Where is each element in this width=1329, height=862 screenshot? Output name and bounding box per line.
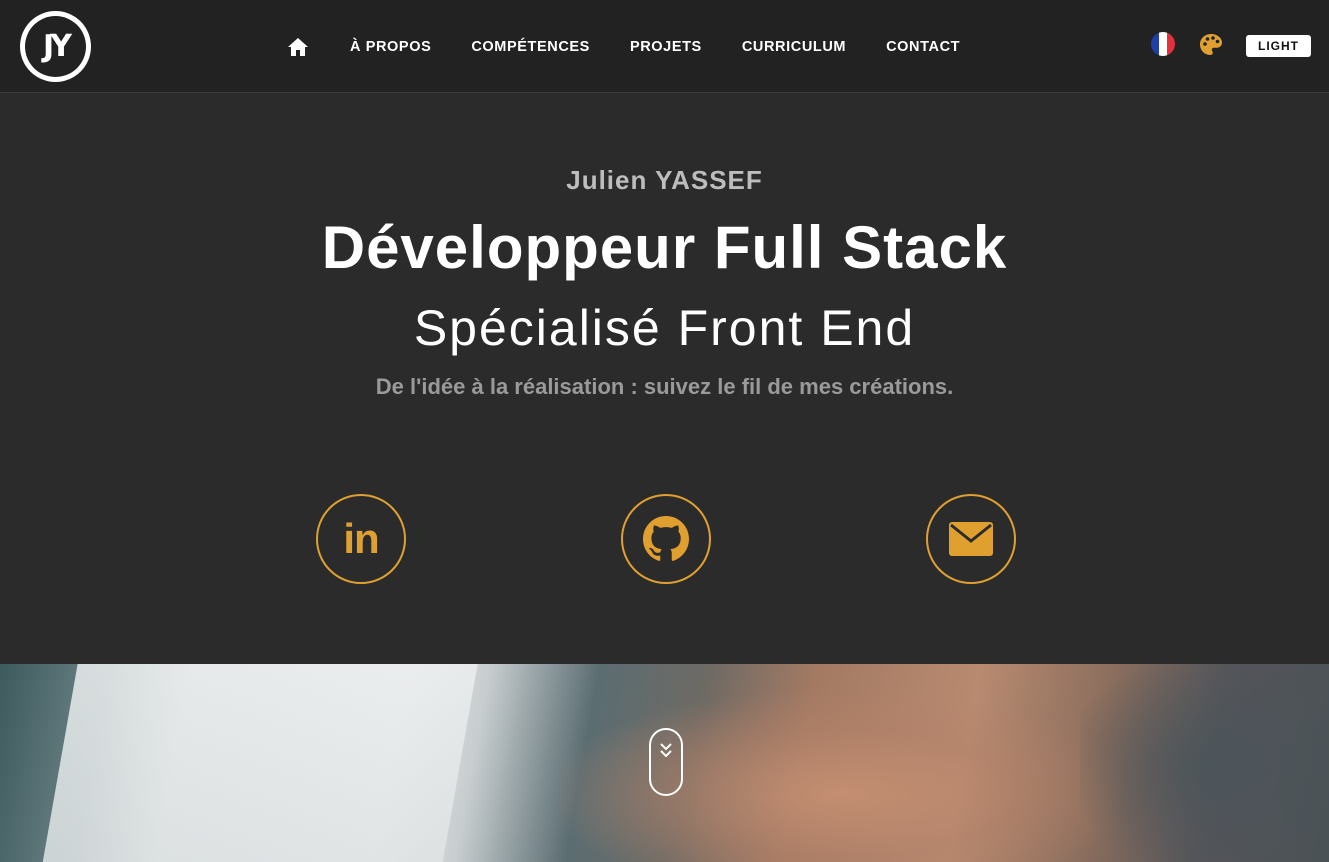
hero-tagline: De l'idée à la réalisation : suivez le f… (375, 374, 954, 399)
hero-title: Développeur Full Stack (321, 214, 1008, 281)
nav-link-a-propos[interactable]: À PROPOS (350, 39, 431, 55)
hero-section: Julien YASSEF Développeur Full Stack Spé… (0, 93, 1329, 664)
hero-subtitle: Spécialisé Front End (413, 300, 916, 356)
logo-text: JY (25, 16, 86, 77)
linkedin-button[interactable]: in (316, 494, 406, 584)
hero-banner-image (0, 664, 1329, 862)
github-button[interactable] (621, 494, 711, 584)
mail-icon (949, 522, 993, 556)
scroll-down-button[interactable] (649, 728, 683, 796)
logo[interactable]: JY (20, 11, 91, 82)
laptop-screen (40, 664, 480, 862)
nav-links: À PROPOS COMPÉTENCES PROJETS CURRICULUM … (288, 0, 1000, 93)
linkedin-icon: in (343, 515, 379, 562)
theme-toggle-button[interactable]: LIGHT (1246, 35, 1311, 57)
navbar: JY À PROPOS COMPÉTENCES PROJETS CURRICUL… (0, 0, 1329, 93)
home-icon[interactable] (288, 36, 310, 58)
hero-name: Julien YASSEF (566, 165, 763, 195)
github-icon (643, 516, 689, 561)
nav-link-projets[interactable]: PROJETS (630, 39, 702, 55)
nav-link-curriculum[interactable]: CURRICULUM (742, 39, 846, 55)
chevron-double-down-icon (660, 743, 672, 758)
nav-link-competences[interactable]: COMPÉTENCES (471, 39, 590, 55)
french-flag-icon[interactable] (1151, 32, 1175, 56)
mail-button[interactable] (926, 494, 1016, 584)
palette-icon[interactable] (1199, 33, 1223, 57)
nav-link-contact[interactable]: CONTACT (886, 39, 960, 55)
